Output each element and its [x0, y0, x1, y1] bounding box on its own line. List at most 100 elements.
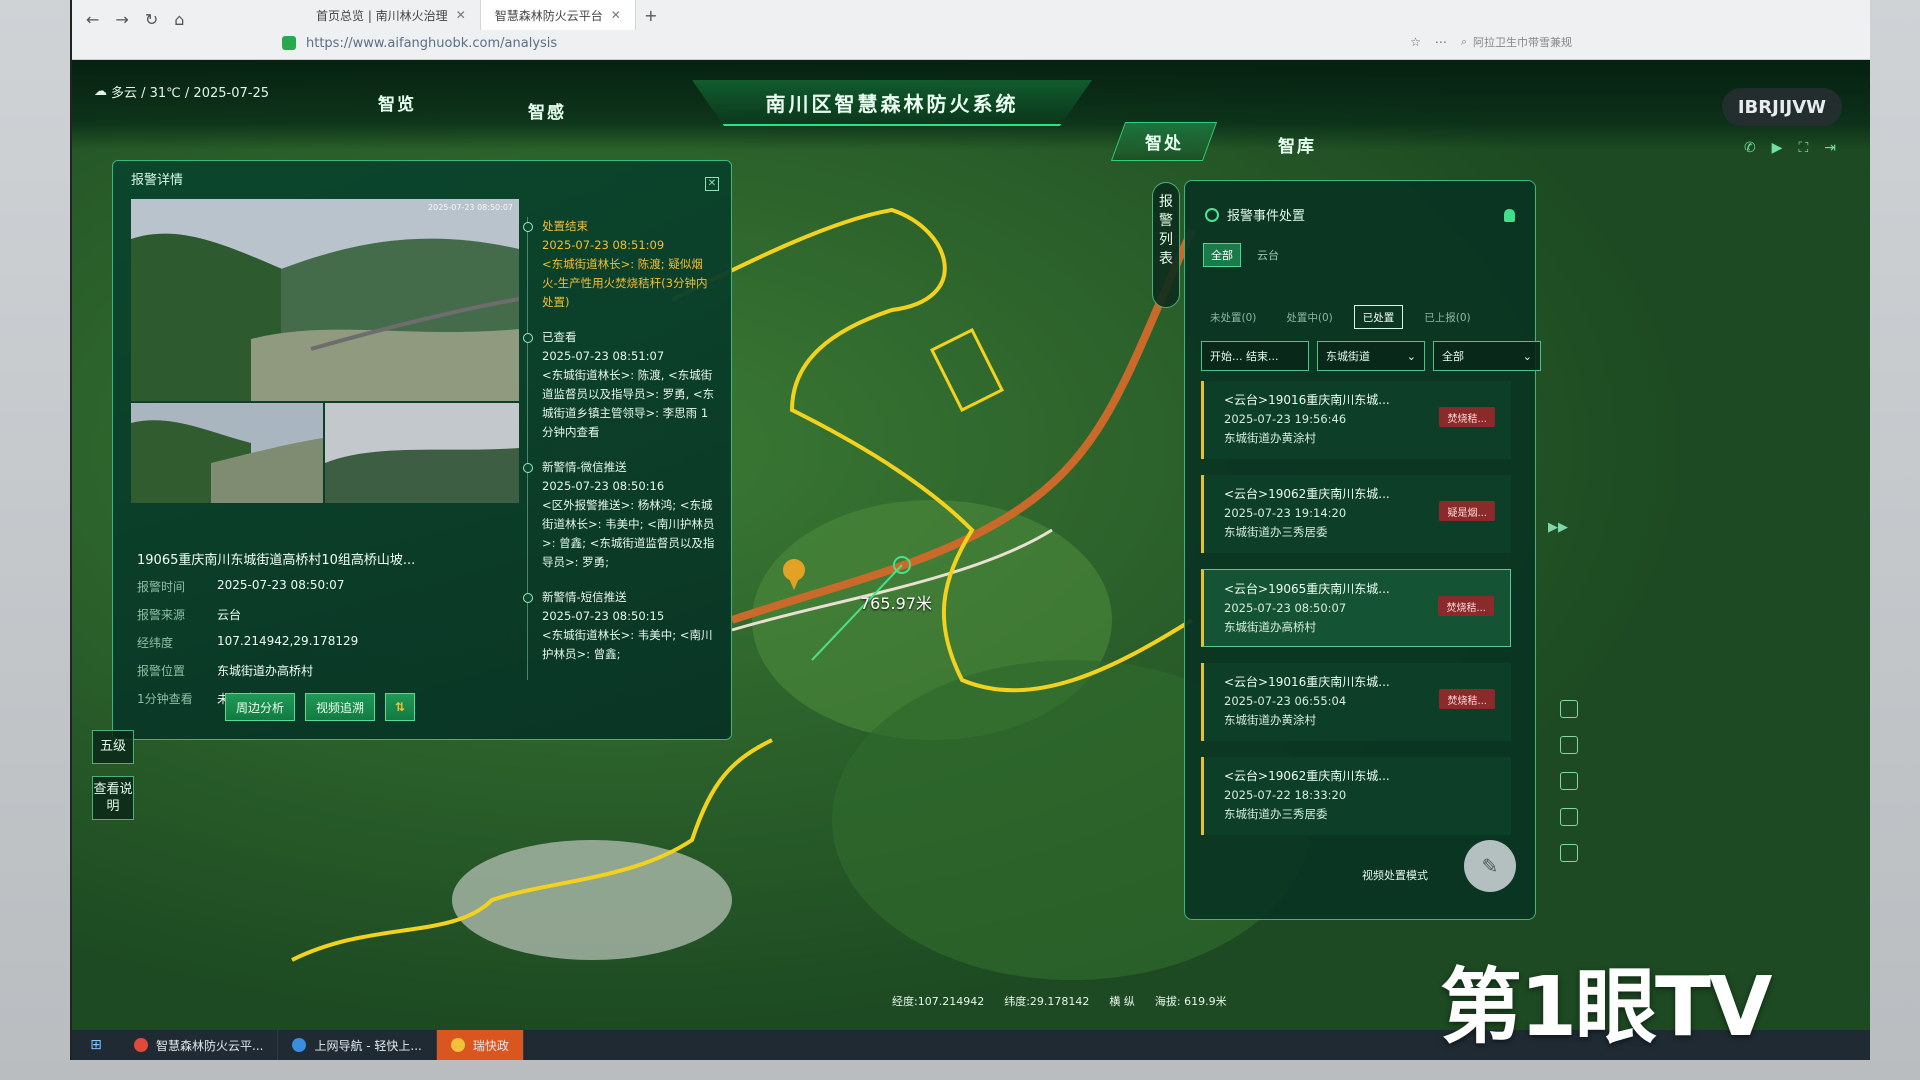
alarm-card[interactable]: <云台>19016重庆南川东城... 2025-07-23 19:56:46 东…: [1201, 381, 1511, 459]
surround-analysis-button[interactable]: 周边分析: [225, 693, 296, 721]
address-bar[interactable]: https://www.aifanghuobk.com/analysis: [282, 30, 1482, 56]
status-filters: 未处置(0) 处置中(0) 已处置 已上报(0): [1201, 305, 1480, 329]
browser-tab[interactable]: 首页总览 | 南川林火治理 ✕: [302, 0, 481, 30]
alarm-photo-main[interactable]: 2025-07-23 08:50:07: [131, 199, 519, 401]
timeline-item: 新警情-微信推送 2025-07-23 08:50:16 <区外报警推送>: 杨…: [523, 458, 717, 572]
info-row: 经纬度 107.214942,29.178129: [137, 634, 359, 650]
filter-unhandled[interactable]: 未处置(0): [1201, 305, 1265, 329]
title-banner: 南川区智慧森林防火系统: [692, 80, 1092, 126]
cloud-icon: ☁: [94, 84, 107, 99]
segment-all[interactable]: 全部: [1203, 243, 1241, 267]
taskbar-app[interactable]: 瑞快政: [436, 1030, 524, 1060]
browser-search[interactable]: ⌕ 阿拉卫生巾带雪兼规: [1461, 34, 1572, 50]
panel-actions: 周边分析 视频追溯 ⇅: [225, 693, 416, 721]
pin-icon[interactable]: [1560, 808, 1578, 826]
fullscreen-icon[interactable]: ⛶: [1798, 140, 1808, 156]
panel-title: 报警详情: [131, 173, 184, 188]
type-select[interactable]: 全部 ⌄: [1433, 341, 1541, 371]
chevron-down-icon: ⌄: [1406, 349, 1416, 363]
alarm-title: 19065重庆南川东城街道高桥村10组高桥山坡...: [137, 553, 416, 568]
distance-label: 765.97米: [860, 594, 932, 613]
timeline-item: 新警情-短信推送 2025-07-23 08:50:15 <东城街道林长>: 韦…: [523, 588, 717, 664]
close-tab-icon[interactable]: ✕: [456, 8, 466, 22]
alarm-list-tab[interactable]: 报警列表: [1152, 182, 1180, 308]
user-badge[interactable]: IBRJIJVW: [1721, 88, 1842, 126]
tv-watermark: 第1眼TV: [1440, 960, 1772, 1055]
layer-icon[interactable]: [1560, 700, 1578, 718]
taskbar-app[interactable]: 智慧森林防火云平...: [120, 1030, 279, 1060]
timeline-item: 处置结束 2025-07-23 08:51:09 <东城街道林长>: 陈渡; 疑…: [523, 217, 717, 312]
handling-timeline: 处置结束 2025-07-23 08:51:09 <东城街道林长>: 陈渡; 疑…: [523, 217, 717, 680]
expand-icon[interactable]: ▶▶: [1548, 520, 1568, 535]
map-tools: [1560, 700, 1578, 862]
nav-tab-zhilan[interactable]: 智览: [352, 84, 442, 121]
close-tab-icon[interactable]: ✕: [611, 8, 621, 22]
filter-handled[interactable]: 已处置: [1353, 305, 1404, 329]
source-segments: 全部 云台: [1203, 243, 1287, 267]
header-tools: ✆ ▶ ⛶ ⇥: [1744, 140, 1836, 156]
filter-handling[interactable]: 处置中(0): [1277, 305, 1341, 329]
info-row: 报警时间 2025-07-23 08:50:07: [137, 578, 345, 594]
alarm-card[interactable]: <云台>19062重庆南川东城... 2025-07-23 19:14:20 东…: [1201, 475, 1511, 553]
weather-info: ☁ 多云 / 31℃ / 2025-07-25: [94, 84, 269, 101]
alarm-type-badge: 疑是烟...: [1439, 501, 1495, 521]
date-range-select[interactable]: 开始... 结束...: [1201, 341, 1309, 371]
alarm-card[interactable]: <云台>19062重庆南川东城... 2025-07-22 18:33:20 东…: [1201, 757, 1511, 835]
filter-selects: 开始... 结束... 东城街道 ⌄ 全部 ⌄: [1201, 341, 1541, 371]
alarm-type-badge: 焚烧秸...: [1438, 596, 1494, 616]
map-status-bar: 经度:107.214942 纬度:29.178142 横 纵 海拔: 619.9…: [892, 995, 1227, 1008]
forward-icon[interactable]: →: [115, 10, 128, 29]
nav-tab-zhigan[interactable]: 智感: [502, 92, 592, 129]
cloud-layer-icon[interactable]: [1560, 736, 1578, 754]
phone-icon[interactable]: ✆: [1744, 140, 1756, 156]
close-icon[interactable]: ✕: [705, 177, 719, 191]
url-text[interactable]: https://www.aifanghuobk.com/analysis: [306, 36, 557, 51]
street-select[interactable]: 东城街道 ⌄: [1317, 341, 1425, 371]
star-icon[interactable]: ☆: [1410, 35, 1421, 49]
bell-icon[interactable]: [1504, 209, 1515, 222]
level-button[interactable]: 五级: [92, 730, 134, 764]
alarm-type-badge: 焚烧秸...: [1439, 689, 1495, 709]
timeline-item: 已查看 2025-07-23 08:51:07 <东城街道林长>: 陈渡, <东…: [523, 328, 717, 442]
segment-ptz[interactable]: 云台: [1249, 243, 1287, 267]
alarm-panel-title: 报警事件处置: [1205, 205, 1305, 224]
alarm-type-badge: 焚烧秸...: [1439, 407, 1495, 427]
screen: ← → ↻ ⌂ 首页总览 | 南川林火治理 ✕ 智慧森林防火云平台 ✕ + http…: [70, 0, 1870, 1060]
mode-label: 视频处置模式: [1362, 869, 1428, 882]
back-icon[interactable]: ←: [86, 10, 99, 29]
chevron-down-icon: ⌄: [1522, 349, 1532, 363]
secure-shield-icon: [282, 36, 296, 50]
logout-icon[interactable]: ⇥: [1824, 140, 1836, 156]
windows-start-icon[interactable]: ⊞: [72, 1030, 120, 1060]
help-button[interactable]: 查看说明: [92, 776, 134, 820]
new-tab-icon[interactable]: +: [636, 0, 666, 30]
filter-reported[interactable]: 已上报(0): [1415, 305, 1479, 329]
nav-tab-zhichu[interactable]: 智处: [1110, 122, 1218, 161]
browser-tabs: 首页总览 | 南川林火治理 ✕ 智慧森林防火云平台 ✕ +: [302, 0, 666, 30]
nav-tab-zhiku[interactable]: 智库: [1252, 126, 1342, 163]
alarm-list: <云台>19016重庆南川东城... 2025-07-23 19:56:46 东…: [1201, 381, 1511, 851]
reload-icon[interactable]: ↻: [145, 10, 158, 29]
pen-icon[interactable]: ✎: [1464, 840, 1516, 892]
alarm-card[interactable]: <云台>19016重庆南川东城... 2025-07-23 06:55:04 东…: [1201, 663, 1511, 741]
page-title: 南川区智慧森林防火系统: [765, 91, 1019, 116]
switch-icon[interactable]: ⇅: [385, 693, 416, 721]
video-trace-button[interactable]: 视频追溯: [305, 693, 376, 721]
alarm-photo-3[interactable]: [325, 403, 519, 503]
alarm-card-selected[interactable]: <云台>19065重庆南川东城... 2025-07-23 08:50:07 东…: [1201, 569, 1511, 647]
home-icon[interactable]: ⌂: [174, 10, 184, 29]
photo-timestamp: 2025-07-23 08:50:07: [428, 203, 513, 212]
zoom-extent-icon[interactable]: [1560, 844, 1578, 862]
play-icon[interactable]: ▶: [1772, 140, 1783, 156]
alarm-detail-panel: 报警详情 ✕ 2025-07-23 08:50:07 19065重庆南川东城街道…: [112, 160, 732, 740]
browser-nav: ← → ↻ ⌂: [86, 10, 184, 29]
browser-tab-active[interactable]: 智慧森林防火云平台 ✕: [480, 0, 636, 30]
app: ☁ 多云 / 31℃ / 2025-07-25 智览 智感 南川区智慧森林防火系…: [72, 60, 1870, 1030]
more-icon[interactable]: ⋯: [1435, 35, 1447, 49]
locate-icon[interactable]: [1560, 772, 1578, 790]
app-icon: [450, 1038, 465, 1052]
taskbar-app[interactable]: 上网导航 - 轻快上...: [278, 1030, 437, 1060]
alarm-photo-2[interactable]: [131, 403, 323, 503]
browser-right-tools: ☆ ⋯ ⌕ 阿拉卫生巾带雪兼规: [1410, 34, 1572, 50]
info-row: 报警位置 东城街道办高桥村: [137, 664, 314, 678]
